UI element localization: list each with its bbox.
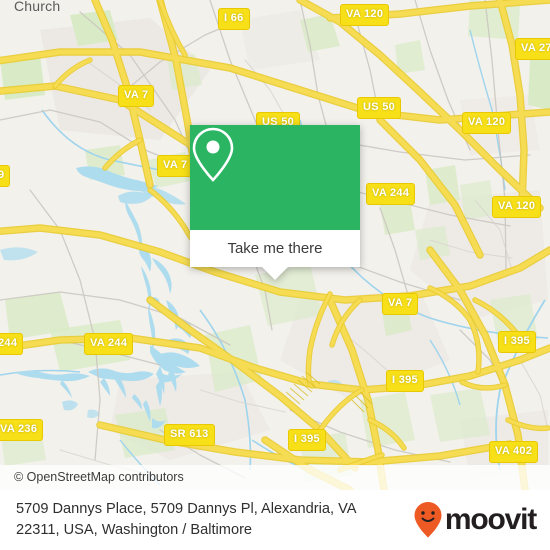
road-shield: I 395 — [288, 429, 326, 451]
road-shield: VA 120 — [340, 4, 390, 26]
road-shield: I 395 — [386, 370, 424, 392]
road-shield: VA 402 — [489, 441, 539, 463]
moovit-logo[interactable]: moovit — [413, 501, 537, 539]
road-shield: VA 7 — [118, 85, 155, 107]
road-shield: I 395 — [498, 331, 536, 353]
road-shield: 9 — [0, 165, 11, 187]
moovit-map-screenshot: .w { fill:#AEDCEF; } .st { fill:none; st… — [0, 0, 550, 550]
place-label-church: Church — [14, 0, 61, 14]
road-shield: VA 244 — [366, 183, 416, 205]
address-text: 5709 Dannys Place, 5709 Dannys Pl, Alexa… — [16, 499, 413, 540]
road-shield: 244 — [0, 333, 24, 355]
road-shield: VA 7 — [382, 293, 419, 315]
moovit-wordmark: moovit — [444, 503, 537, 536]
road-shield: VA 236 — [0, 419, 44, 441]
road-shield: VA 120 — [462, 112, 512, 134]
map-pin-icon — [192, 127, 234, 182]
road-shield: VA 244 — [84, 333, 134, 355]
popup-icon-panel — [190, 125, 360, 230]
take-me-there-button[interactable]: Take me there — [190, 230, 360, 280]
take-me-there-label: Take me there — [227, 240, 323, 257]
address-line-2: 22311, USA, Washington / Baltimore — [16, 522, 253, 538]
road-shield: VA 27 — [515, 38, 550, 60]
location-popup-card[interactable]: Take me there — [190, 125, 360, 280]
road-shield: SR 613 — [164, 424, 215, 446]
map-canvas[interactable]: .w { fill:#AEDCEF; } .st { fill:none; st… — [0, 0, 550, 490]
address-line-1: 5709 Dannys Place, 5709 Dannys Pl, Alexa… — [16, 501, 357, 518]
road-shield: VA 120 — [492, 196, 542, 218]
map-attribution[interactable]: © OpenStreetMap contributors — [0, 465, 550, 490]
road-shield: I 66 — [218, 8, 250, 30]
footer-bar: 5709 Dannys Place, 5709 Dannys Pl, Alexa… — [0, 490, 550, 550]
popup-pointer-tail — [262, 267, 288, 280]
moovit-pin-icon — [414, 502, 442, 538]
road-shield: US 50 — [357, 97, 402, 119]
road-shield: VA 7 — [157, 155, 194, 177]
